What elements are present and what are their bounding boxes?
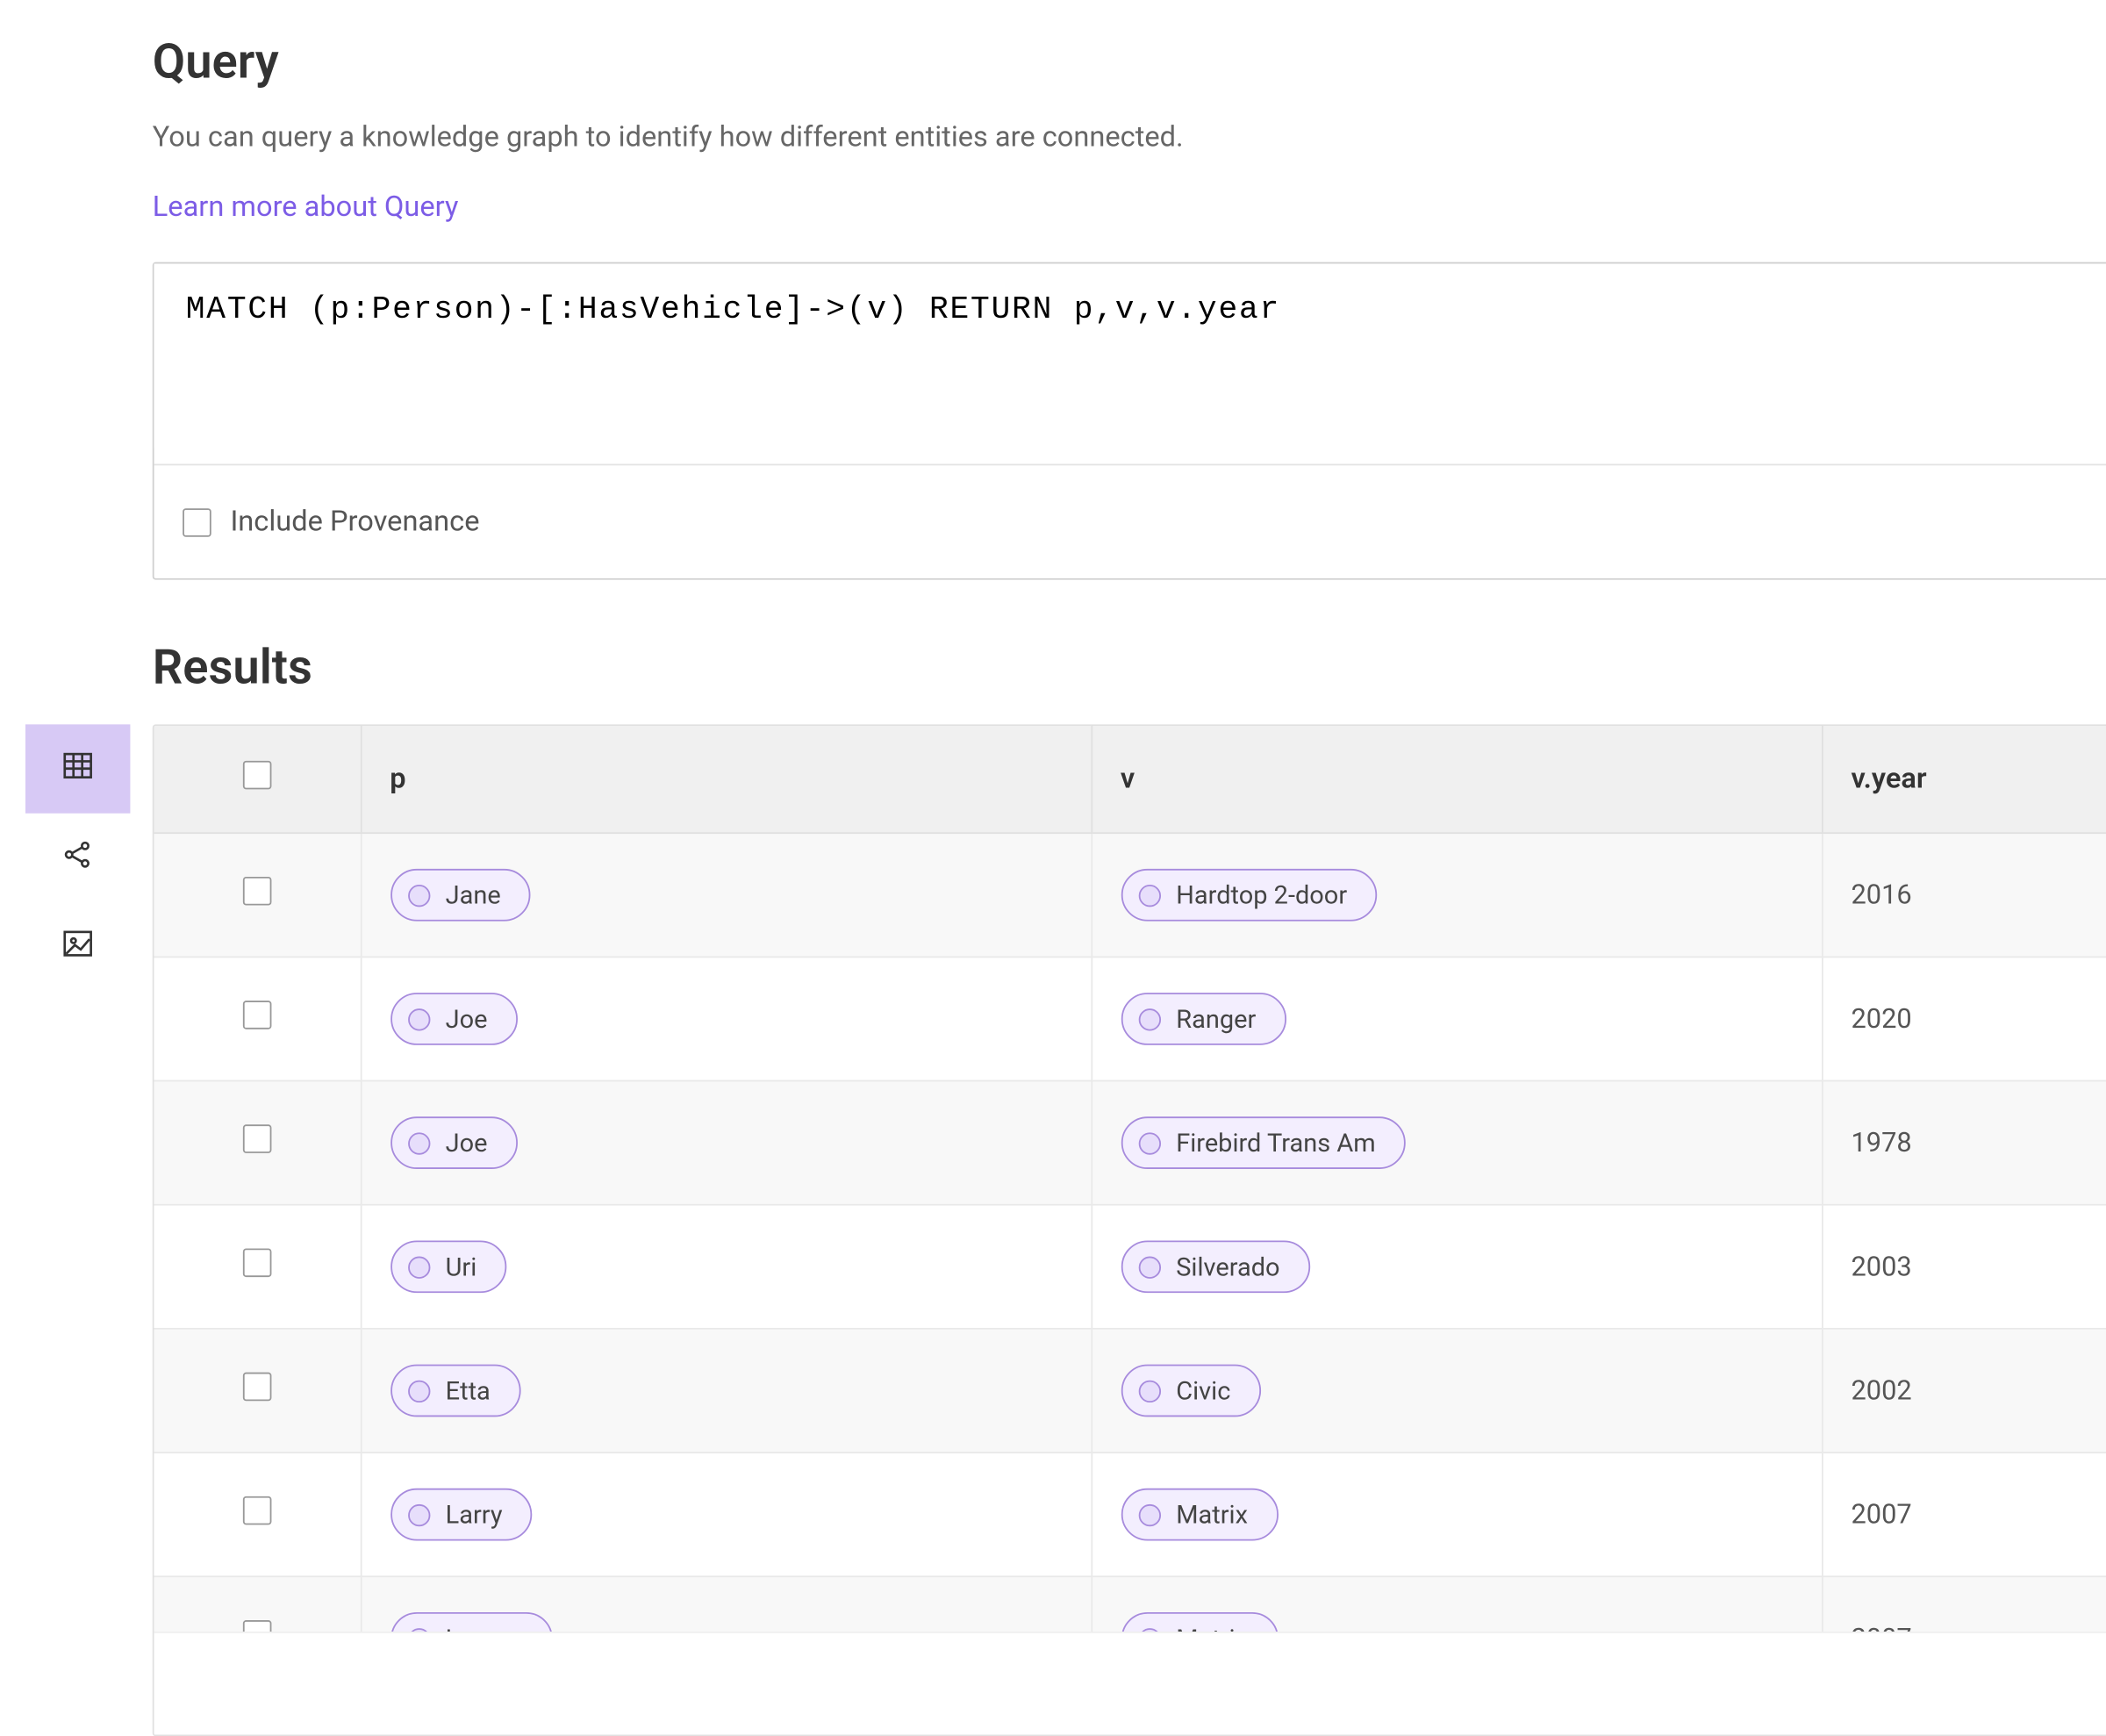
cell-year: 2007 <box>1822 1576 2106 1631</box>
select-all-checkbox[interactable] <box>242 761 271 790</box>
entity-chip-vehicle-label: Hardtop 2-door <box>1176 880 1347 910</box>
table-row: Jane Hardtop 2-door 2016 <box>154 833 2106 957</box>
entity-chip-person-label: Joe <box>446 1128 488 1158</box>
entity-dot-icon <box>407 1503 429 1525</box>
entity-dot-icon <box>407 1008 429 1029</box>
cell-year: 2002 <box>1822 1329 2106 1453</box>
entity-chip-person[interactable]: Etta <box>390 1365 520 1417</box>
entity-chip-vehicle[interactable]: Ranger <box>1121 993 1286 1045</box>
table-icon <box>61 749 96 790</box>
entity-dot-icon <box>407 884 429 906</box>
entity-chip-person[interactable]: Uri <box>390 1241 506 1294</box>
row-checkbox[interactable] <box>242 1496 271 1525</box>
table-row: Larry Matrix 2007 <box>154 1453 2106 1576</box>
entity-chip-person[interactable]: Joe <box>390 1116 518 1169</box>
entity-chip-person-label: Lauren <box>446 1624 523 1632</box>
entity-chip-person[interactable]: Joe <box>390 993 518 1045</box>
row-checkbox[interactable] <box>242 1373 271 1402</box>
entity-chip-vehicle-label: Civic <box>1176 1375 1230 1405</box>
learn-more-link[interactable]: Learn more about Query <box>153 190 459 224</box>
entity-dot-icon <box>407 1627 429 1632</box>
cell-year: 2016 <box>1822 833 2106 957</box>
table-row: Lauren Matrix 2007 <box>154 1576 2106 1631</box>
entity-chip-vehicle[interactable]: Hardtop 2-door <box>1121 869 1378 922</box>
results-title: Results <box>153 640 2106 695</box>
include-provenance-checkbox[interactable]: Include Provenance <box>183 506 479 539</box>
entity-chip-vehicle[interactable]: Civic <box>1121 1365 1261 1417</box>
entity-chip-person-label: Uri <box>446 1252 477 1281</box>
include-provenance-label: Include Provenance <box>230 506 479 539</box>
row-checkbox[interactable] <box>242 1001 271 1029</box>
entity-chip-vehicle-label: Matrix <box>1176 1500 1248 1530</box>
entity-chip-person-label: Joe <box>446 1004 488 1034</box>
view-tabs <box>25 724 130 991</box>
pager: 1-7 of 7 ‹ › <box>154 1632 2106 1735</box>
entity-chip-vehicle[interactable]: Matrix <box>1121 1612 1278 1632</box>
row-checkbox[interactable] <box>242 1124 271 1153</box>
query-title: Query <box>153 35 2106 90</box>
entity-chip-vehicle[interactable]: Matrix <box>1121 1489 1278 1541</box>
results-table: p v v.year Jane Hardtop 2-door 2016 Joe Rang… <box>154 726 2106 1632</box>
col-header-v[interactable]: v <box>1091 726 1822 833</box>
query-input[interactable] <box>154 263 2106 448</box>
entity-chip-person[interactable]: Larry <box>390 1489 533 1541</box>
query-subtitle: You can query a knowledge graph to ident… <box>153 116 1184 159</box>
row-checkbox[interactable] <box>242 1620 271 1632</box>
table-row: Joe Ranger 2020 <box>154 958 2106 1081</box>
entity-dot-icon <box>1138 1008 1160 1029</box>
row-checkbox[interactable] <box>242 1249 271 1278</box>
entity-chip-vehicle[interactable]: Silverado <box>1121 1241 1310 1294</box>
graph-view-tab[interactable] <box>25 814 130 902</box>
entity-dot-icon <box>1138 1503 1160 1525</box>
entity-dot-icon <box>1138 1627 1160 1632</box>
table-row: Etta Civic 2002 <box>154 1329 2106 1453</box>
entity-dot-icon <box>1138 1380 1160 1402</box>
col-header-p[interactable]: p <box>361 726 1092 833</box>
graph-icon <box>61 837 96 879</box>
entity-dot-icon <box>407 1132 429 1154</box>
image-icon <box>61 926 96 967</box>
entity-chip-vehicle-label: Firebird Trans Am <box>1176 1128 1375 1158</box>
col-header-year[interactable]: v.year <box>1822 726 2106 833</box>
entity-dot-icon <box>407 1256 429 1278</box>
entity-chip-vehicle-label: Silverado <box>1176 1252 1279 1281</box>
entity-dot-icon <box>1138 884 1160 906</box>
entity-dot-icon <box>1138 1132 1160 1154</box>
entity-chip-person[interactable]: Lauren <box>390 1612 553 1632</box>
entity-chip-vehicle-label: Ranger <box>1176 1004 1256 1034</box>
cell-year: 2003 <box>1822 1205 2106 1329</box>
row-checkbox[interactable] <box>242 877 271 906</box>
resize-handle-icon[interactable] <box>154 448 2106 463</box>
table-row: Uri Silverado 2003 <box>154 1205 2106 1329</box>
entity-chip-person-label: Jane <box>446 880 501 910</box>
entity-chip-person[interactable]: Jane <box>390 869 531 922</box>
table-row: Joe Firebird Trans Am 1978 <box>154 1081 2106 1205</box>
entity-chip-person-label: Etta <box>446 1375 491 1405</box>
entity-dot-icon <box>407 1380 429 1402</box>
cell-year: 1978 <box>1822 1081 2106 1205</box>
entity-chip-person-label: Larry <box>446 1500 503 1530</box>
entity-chip-vehicle[interactable]: Firebird Trans Am <box>1121 1116 1406 1169</box>
cell-year: 2020 <box>1822 958 2106 1081</box>
query-box: Include Provenance Clear Run <box>153 262 2106 580</box>
entity-dot-icon <box>1138 1256 1160 1278</box>
table-view-tab[interactable] <box>25 724 130 813</box>
image-view-tab[interactable] <box>25 902 130 991</box>
entity-chip-vehicle-label: Matrix <box>1176 1624 1248 1632</box>
cell-year: 2007 <box>1822 1453 2106 1576</box>
